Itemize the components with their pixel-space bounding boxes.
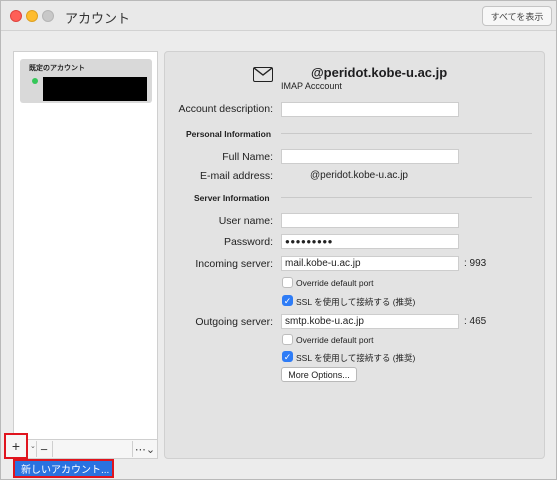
section-divider [281,133,532,134]
outgoing-ssl-checkbox[interactable]: ✓ [282,351,293,362]
envelope-icon [253,67,273,82]
incoming-ssl-checkbox[interactable]: ✓ [282,295,293,306]
account-description-field[interactable] [281,102,459,117]
accounts-window: アカウント すべてを表示 既定のアカウント + ⌄ − ⋯⌄ 新しいアカウント.… [0,0,557,480]
close-window-button[interactable] [10,10,22,22]
password-field[interactable]: ●●●●●●●●● [281,234,459,249]
account-actions-button[interactable]: ⋯⌄ [133,441,157,457]
email-address-value: @peridot.kobe-u.ac.jp [310,170,408,181]
window-title: アカウント [65,11,131,26]
server-information-heading: Server Information [194,193,270,203]
incoming-server-label: Incoming server: [195,258,273,270]
incoming-server-field[interactable]: mail.kobe-u.ac.jp [281,256,459,271]
plus-icon: + [11,438,21,454]
incoming-override-port-checkbox[interactable] [282,277,293,288]
outgoing-server-label: Outgoing server: [195,316,273,328]
account-description-label: Account description: [178,103,273,115]
show-all-button[interactable]: すべてを表示 [482,6,552,26]
incoming-port-value: : 993 [464,258,487,269]
incoming-ssl-label: SSL を使用して接続する (推奨) [296,297,416,307]
account-email-heading: @peridot.kobe-u.ac.jp [311,65,448,80]
title-bar: アカウント すべてを表示 [1,1,556,31]
incoming-override-port-label: Override default port [296,278,374,288]
new-account-menu-item[interactable]: 新しいアカウント... [13,459,114,478]
account-type-label: IMAP Acccount [281,81,342,91]
account-status-icon [32,78,38,84]
outgoing-override-port-label: Override default port [296,335,374,345]
default-account-label: 既定のアカウント [29,65,85,72]
redacted-account-name [43,77,147,101]
minus-icon: − [40,441,48,457]
full-name-field[interactable] [281,149,459,164]
email-address-label: E-mail address: [200,170,273,182]
outgoing-override-port-checkbox[interactable] [282,334,293,345]
toolbar-divider [52,441,53,457]
account-list: 既定のアカウント [13,51,158,439]
minimize-window-button[interactable] [26,10,38,22]
user-name-field[interactable] [281,213,459,228]
add-account-button[interactable]: + [4,433,28,459]
account-list-item[interactable]: 既定のアカウント [20,59,152,103]
section-divider [281,197,532,198]
outgoing-ssl-label: SSL を使用して接続する (推奨) [296,353,416,363]
user-name-label: User name: [218,215,273,227]
more-options-button[interactable]: More Options... [281,367,357,382]
zoom-window-button[interactable] [42,10,54,22]
full-name-label: Full Name: [222,151,273,163]
more-actions-icon: ⋯⌄ [134,443,156,456]
personal-information-heading: Personal Information [186,129,272,139]
password-label: Password: [223,236,273,248]
outgoing-port-value: : 465 [464,316,487,327]
outgoing-server-field[interactable]: smtp.kobe-u.ac.jp [281,314,459,329]
chevron-down-icon[interactable]: ⌄ [30,442,36,450]
remove-account-button[interactable]: − [37,441,51,457]
